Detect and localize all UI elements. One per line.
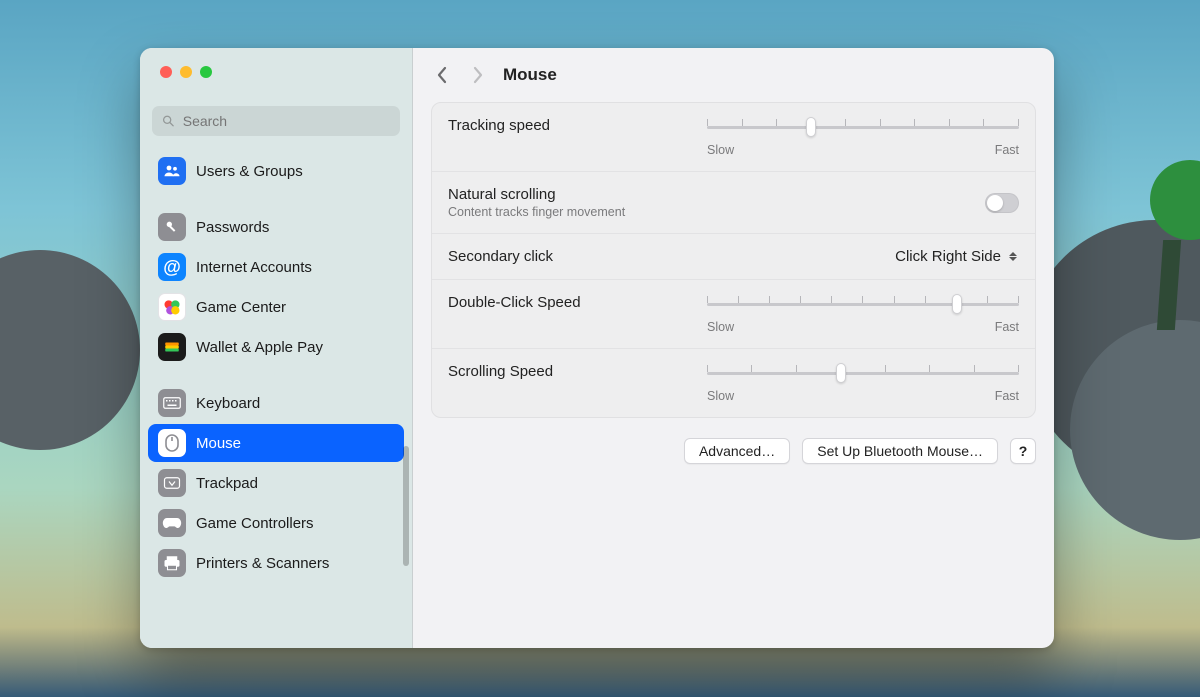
at-icon: @ bbox=[158, 253, 186, 281]
search-input[interactable] bbox=[183, 113, 390, 129]
nav-back-button[interactable] bbox=[431, 64, 453, 86]
natural-scrolling-row: Natural scrolling Content tracks finger … bbox=[432, 172, 1035, 234]
sidebar-item-internet-accounts[interactable]: @ Internet Accounts bbox=[148, 248, 404, 286]
nav-forward-button[interactable] bbox=[467, 64, 489, 86]
sidebar-item-label: Game Center bbox=[196, 299, 286, 316]
scrolling-speed-slider[interactable] bbox=[707, 363, 1019, 383]
chevron-up-down-icon bbox=[1007, 249, 1019, 265]
footer-buttons: Advanced… Set Up Bluetooth Mouse… ? bbox=[413, 418, 1054, 464]
scrolling-speed-row: Scrolling Speed Slow Fast bbox=[432, 349, 1035, 417]
natural-scrolling-sub: Content tracks finger movement bbox=[448, 205, 625, 219]
sidebar-item-wallet-apple-pay[interactable]: Wallet & Apple Pay bbox=[148, 328, 404, 366]
sidebar-item-label: Wallet & Apple Pay bbox=[196, 339, 323, 356]
double-click-speed-slider[interactable] bbox=[707, 294, 1019, 314]
sidebar-item-keyboard[interactable]: Keyboard bbox=[148, 384, 404, 422]
slider-min-label: Slow bbox=[707, 320, 734, 334]
search-field[interactable] bbox=[152, 106, 400, 136]
users-icon bbox=[158, 157, 186, 185]
tracking-speed-row: Tracking speed Slow Fast bbox=[432, 103, 1035, 172]
double-click-speed-row: Double-Click Speed Slow Fast bbox=[432, 280, 1035, 349]
tracking-speed-slider[interactable] bbox=[707, 117, 1019, 137]
sidebar-item-label: Keyboard bbox=[196, 395, 260, 412]
slider-max-label: Fast bbox=[995, 143, 1019, 157]
natural-scrolling-label: Natural scrolling bbox=[448, 186, 625, 203]
gamecenter-icon bbox=[158, 293, 186, 321]
advanced-button[interactable]: Advanced… bbox=[684, 438, 790, 464]
slider-min-label: Slow bbox=[707, 143, 734, 157]
window-close-button[interactable] bbox=[160, 66, 172, 78]
sidebar-item-label: Internet Accounts bbox=[196, 259, 312, 276]
sidebar-list: Users & Groups Passwords @ Internet Acco… bbox=[140, 146, 412, 648]
controller-icon bbox=[158, 509, 186, 537]
sidebar-item-label: Users & Groups bbox=[196, 163, 303, 180]
sidebar-scrollbar[interactable] bbox=[403, 446, 409, 566]
system-settings-window: Users & Groups Passwords @ Internet Acco… bbox=[140, 48, 1054, 648]
sidebar-item-label: Printers & Scanners bbox=[196, 555, 329, 572]
tracking-speed-label: Tracking speed bbox=[448, 117, 550, 134]
double-click-speed-label: Double-Click Speed bbox=[448, 294, 581, 311]
secondary-click-popup[interactable]: Click Right Side bbox=[895, 248, 1019, 265]
sidebar-item-label: Trackpad bbox=[196, 475, 258, 492]
sidebar-item-users-groups[interactable]: Users & Groups bbox=[148, 152, 404, 190]
search-icon bbox=[162, 114, 175, 128]
sidebar-item-label: Game Controllers bbox=[196, 515, 314, 532]
help-button[interactable]: ? bbox=[1010, 438, 1036, 464]
trackpad-icon bbox=[158, 469, 186, 497]
toolbar: Mouse bbox=[413, 48, 1054, 102]
wallet-icon bbox=[158, 333, 186, 361]
sidebar-item-printers-scanners[interactable]: Printers & Scanners bbox=[148, 544, 404, 582]
secondary-click-label: Secondary click bbox=[448, 248, 553, 265]
secondary-click-value: Click Right Side bbox=[895, 248, 1001, 265]
secondary-click-row: Secondary click Click Right Side bbox=[432, 234, 1035, 280]
sidebar-item-label: Mouse bbox=[196, 435, 241, 452]
printer-icon bbox=[158, 549, 186, 577]
mouse-icon bbox=[158, 429, 186, 457]
sidebar-item-mouse[interactable]: Mouse bbox=[148, 424, 404, 462]
window-zoom-button[interactable] bbox=[200, 66, 212, 78]
sidebar-item-game-center[interactable]: Game Center bbox=[148, 288, 404, 326]
settings-panel: Tracking speed Slow Fast bbox=[431, 102, 1036, 418]
main-content: Mouse Tracking speed Slow Fast bbox=[413, 48, 1054, 648]
sidebar-item-game-controllers[interactable]: Game Controllers bbox=[148, 504, 404, 542]
sidebar-item-label: Passwords bbox=[196, 219, 269, 236]
window-minimize-button[interactable] bbox=[180, 66, 192, 78]
slider-max-label: Fast bbox=[995, 389, 1019, 403]
window-controls bbox=[140, 48, 412, 96]
scrolling-speed-label: Scrolling Speed bbox=[448, 363, 553, 380]
sidebar-item-passwords[interactable]: Passwords bbox=[148, 208, 404, 246]
key-icon bbox=[158, 213, 186, 241]
slider-max-label: Fast bbox=[995, 320, 1019, 334]
sidebar-item-trackpad[interactable]: Trackpad bbox=[148, 464, 404, 502]
keyboard-icon bbox=[158, 389, 186, 417]
sidebar: Users & Groups Passwords @ Internet Acco… bbox=[140, 48, 413, 648]
natural-scrolling-toggle[interactable] bbox=[985, 193, 1019, 213]
slider-min-label: Slow bbox=[707, 389, 734, 403]
page-title: Mouse bbox=[503, 65, 557, 85]
setup-bluetooth-mouse-button[interactable]: Set Up Bluetooth Mouse… bbox=[802, 438, 998, 464]
